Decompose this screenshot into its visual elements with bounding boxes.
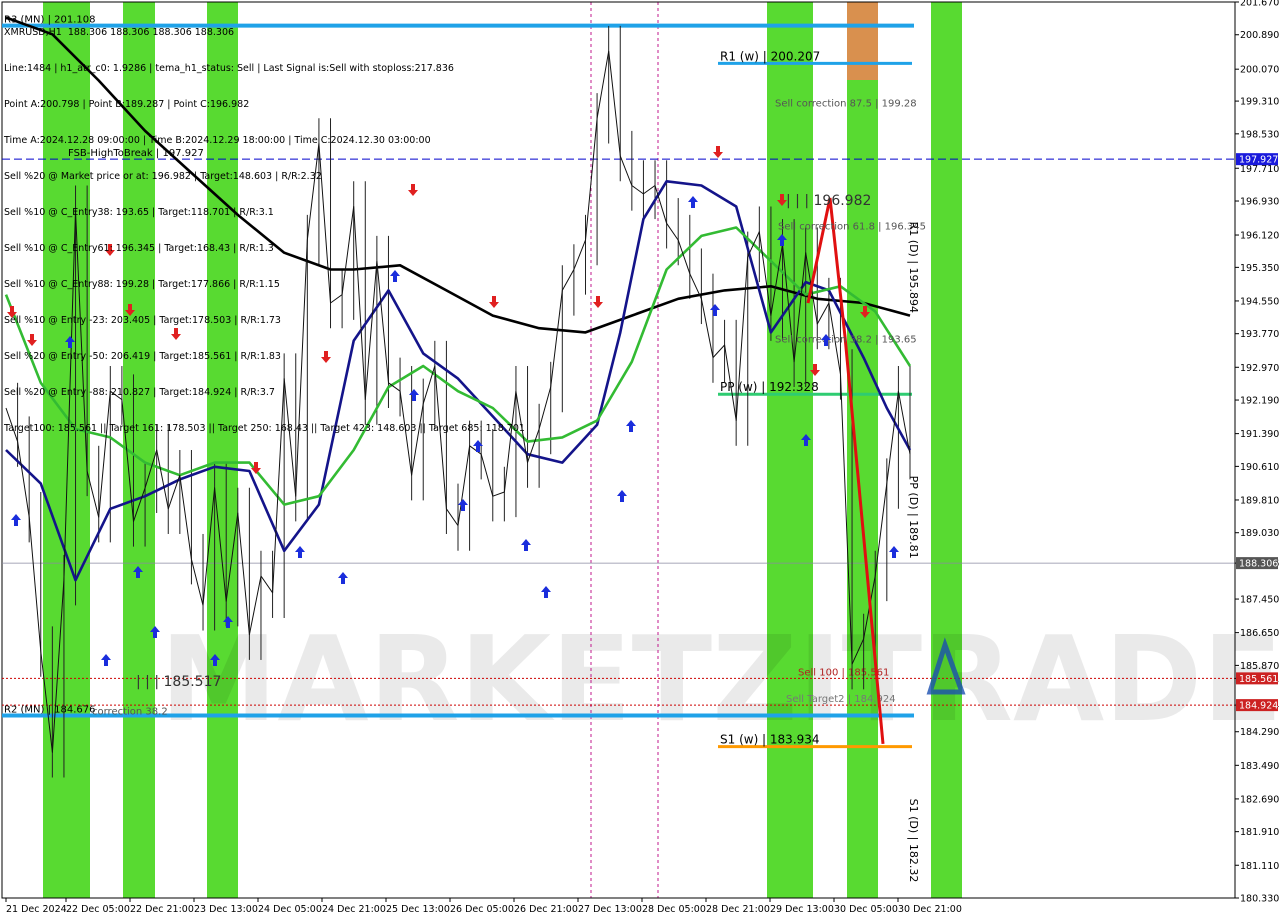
y-tick-label: 193.770: [1240, 329, 1279, 340]
info-line: Sell %10 @ Entry -23: 203.405 | Target:1…: [4, 315, 281, 326]
x-tick-label: 30 Dec 05:00: [834, 904, 898, 915]
y-tick-label: 183.490: [1240, 761, 1279, 772]
x-tick-label: 21 Dec 2024: [6, 904, 67, 915]
y-tick-label: 199.310: [1240, 97, 1279, 108]
annotation-label: Sell correction 38.2 | 193.65: [775, 335, 917, 346]
price-badge-label: 184.924: [1239, 701, 1278, 712]
level-label: R1 (w) | 200.207: [720, 49, 820, 63]
y-tick-label: 196.930: [1240, 197, 1279, 208]
vertical-level-label: S1 (D) | 182.32: [907, 799, 920, 883]
y-tick-label: 192.190: [1240, 396, 1279, 407]
y-tick-label: 198.530: [1240, 129, 1279, 140]
y-tick-label: 200.070: [1240, 65, 1279, 76]
x-tick-label: 29 Dec 13:00: [770, 904, 834, 915]
x-tick-label: 28 Dec 21:00: [706, 904, 770, 915]
info-panel: XMRUSD,H1 188.306 188.306 188.306 188.30…: [4, 3, 525, 459]
annotation-label: Sell correction 61.8 | 196.345: [778, 222, 926, 233]
y-tick-label: 181.110: [1240, 861, 1279, 872]
vertical-level-label: PP (D) | 189.81: [907, 476, 920, 559]
y-tick-label: 189.810: [1240, 495, 1279, 506]
vertical-level-label: R1 (D) | 195.894: [907, 222, 920, 313]
y-tick-label: 181.910: [1240, 827, 1279, 838]
y-tick-label: 192.970: [1240, 363, 1279, 374]
level-label: PP (w) | 192.328: [720, 380, 819, 394]
session-band: [767, 2, 813, 898]
y-tick-label: 191.390: [1240, 429, 1279, 440]
info-line: Sell %20 @ Entry -50: 206.419 | Target:1…: [4, 351, 281, 362]
info-line: Time A:2024.12.28 09:00:00 | Time B:2024…: [4, 135, 431, 146]
price-badge-label: 185.561: [1239, 674, 1278, 685]
level-label: S1 (w) | 183.934: [720, 733, 820, 747]
info-line: Target100: 185.561 || Target 161: 178.50…: [4, 423, 525, 434]
x-tick-label: 25 Dec 13:00: [386, 904, 450, 915]
info-line: Line:1484 | h1_atr_c0: 1.9286 | tema_h1_…: [4, 63, 454, 74]
annotation-label: | | | 185.517: [136, 674, 221, 690]
x-tick-label: 30 Dec 21:00: [898, 904, 962, 915]
x-tick-label: 24 Dec 21:00: [322, 904, 386, 915]
x-tick-label: 26 Dec 21:00: [514, 904, 578, 915]
x-tick-label: 22 Dec 21:00: [130, 904, 194, 915]
session-band: [931, 2, 962, 898]
y-tick-label: 184.290: [1240, 727, 1279, 738]
info-line: Sell %10 @ C_Entry38: 193.65 | Target:11…: [4, 207, 274, 218]
y-tick-label: 200.890: [1240, 30, 1279, 41]
watermark-text: MARKETZITRADE: [160, 610, 1280, 748]
info-line: Sell %20 @ Market price or at: 196.982 |…: [4, 171, 322, 182]
y-tick-label: 180.330: [1240, 894, 1279, 905]
y-tick-label: 186.650: [1240, 628, 1279, 639]
annotation-label: correction 38.2: [92, 706, 168, 717]
x-tick-label: 23 Dec 13:00: [194, 904, 258, 915]
info-line: XMRUSD,H1 188.306 188.306 188.306 188.30…: [4, 27, 235, 38]
y-tick-label: 182.690: [1240, 794, 1279, 805]
info-line: Sell %20 @ Entry -88: 210.827 | Target:1…: [4, 387, 275, 398]
orange-zone: [847, 2, 878, 80]
y-tick-label: 187.450: [1240, 595, 1279, 606]
level-label: R2 (MN) | 184.676: [4, 705, 95, 716]
y-tick-label: 190.610: [1240, 462, 1279, 473]
annotation-label: | | | 196.982: [786, 193, 871, 209]
chart-area: MARKETZITRADE R3 (MN) | 201.108 R1 (w) | 2…: [0, 0, 1280, 920]
info-line: Point A:200.798 | Point B:189.287 | Poin…: [4, 99, 250, 110]
y-tick-label: 194.550: [1240, 296, 1279, 307]
x-tick-label: 26 Dec 05:00: [450, 904, 514, 915]
y-tick-label: 189.030: [1240, 528, 1279, 539]
y-tick-label: 185.870: [1240, 661, 1279, 672]
info-line: Sell %10 @ C_Entry88: 199.28 | Target:17…: [4, 279, 280, 290]
x-tick-label: 28 Dec 05:00: [642, 904, 706, 915]
annotation-label: Sell correction 87.5 | 199.28: [775, 98, 917, 109]
y-tick-label: 201.670: [1240, 0, 1279, 9]
x-tick-label: 22 Dec 05:00: [66, 904, 130, 915]
info-line: Sell %10 @ C_Entry61: 196.345 | Target:1…: [4, 243, 274, 254]
price-badge-label: 197.927: [1239, 155, 1278, 166]
y-tick-label: 195.350: [1240, 263, 1279, 274]
price-badge-label: 188.306: [1239, 559, 1278, 570]
y-tick-label: 196.120: [1240, 231, 1279, 242]
x-tick-label: 24 Dec 05:00: [258, 904, 322, 915]
x-tick-label: 27 Dec 13:00: [578, 904, 642, 915]
